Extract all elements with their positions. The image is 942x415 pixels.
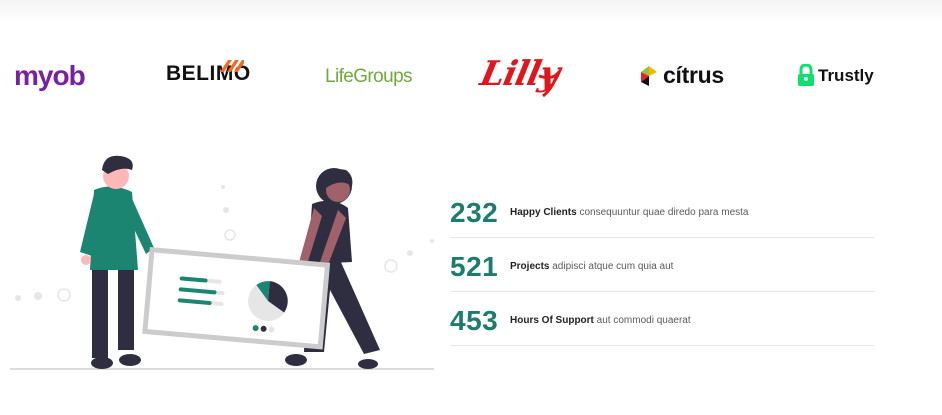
stat-description: Hours Of Support aut commodi quaerat <box>510 315 691 326</box>
citrus-wordmark: cítrus <box>663 62 724 88</box>
lifegroups-wordmark: LifeGroups <box>325 66 413 87</box>
citrus-leaf-icon <box>641 65 657 86</box>
client-logo-trustly[interactable]: Trustly <box>796 64 874 88</box>
client-logo-citrus[interactable]: cítrus <box>639 62 724 89</box>
header-shadow <box>0 0 942 22</box>
stat-hours-of-support: 453 Hours Of Support aut commodi quaerat <box>450 291 874 346</box>
stat-description: Happy Clients consequuntur quae diredo p… <box>510 207 748 218</box>
stat-text: consequuntur quae diredo para mesta <box>579 207 749 218</box>
stat-projects: 521 Projects adipisci atque cum quia aut <box>450 237 874 292</box>
client-logo-belimo[interactable]: BELIMO <box>166 60 251 86</box>
stat-label: Hours Of Support <box>510 315 594 326</box>
stat-number: 521 <box>450 251 499 282</box>
stat-description: Projects adipisci atque cum quia aut <box>510 261 673 272</box>
padlock-icon <box>798 64 814 86</box>
stat-number: 232 <box>450 197 499 228</box>
client-logo-lilly[interactable]: Lilly <box>477 54 563 98</box>
stat-happy-clients: 232 Happy Clients consequuntur quae dire… <box>450 183 874 238</box>
belimo-stripes-icon <box>220 60 244 72</box>
trustly-wordmark: Trustly <box>818 66 874 85</box>
stat-label: Happy Clients <box>510 207 577 218</box>
stat-label: Projects <box>510 261 550 272</box>
teamwork-illustration <box>10 155 434 370</box>
client-logo-myob[interactable]: myob <box>14 60 86 92</box>
stat-text: adipisci atque cum quia aut <box>552 261 674 272</box>
stat-text: aut commodi quaerat <box>596 315 691 326</box>
stat-number: 453 <box>450 305 499 336</box>
client-logo-lifegroups[interactable]: LifeGroups <box>325 66 413 88</box>
lilly-swash-icon <box>538 68 561 98</box>
myob-wordmark: myob <box>14 60 86 91</box>
